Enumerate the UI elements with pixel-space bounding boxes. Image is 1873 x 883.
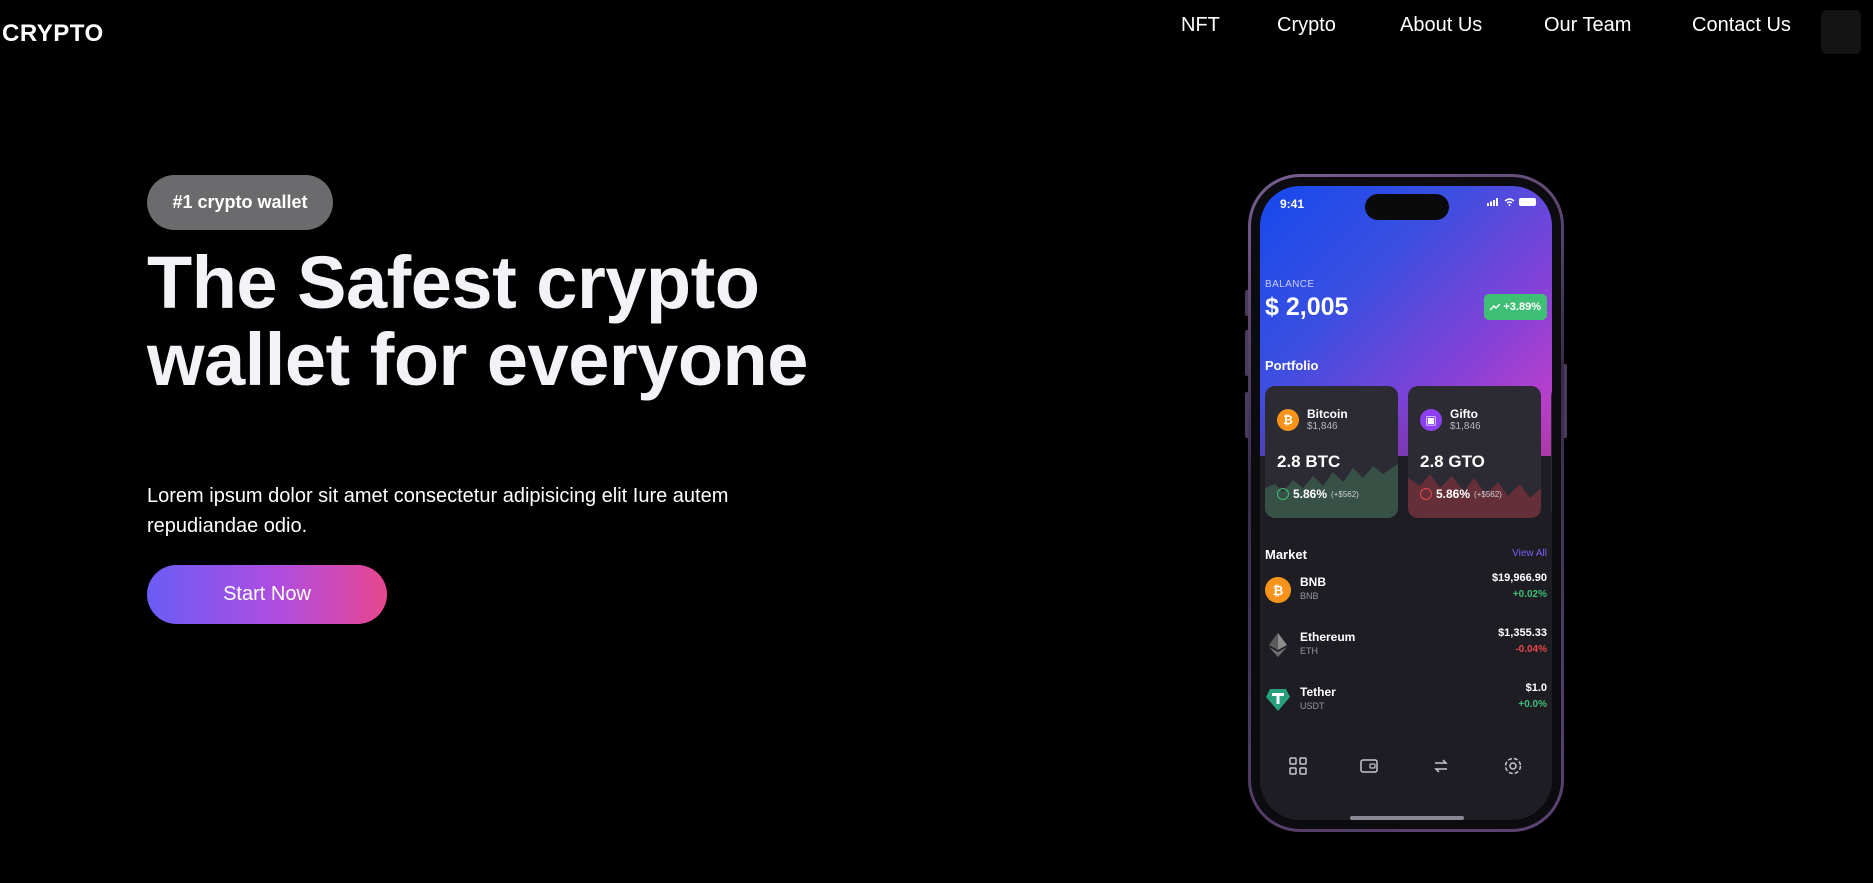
nav-link-our-team[interactable]: Our Team [1544, 14, 1631, 37]
signal-icon [1487, 198, 1498, 206]
balance-change-badge: +3.89% [1484, 294, 1547, 320]
market-row-ethereum[interactable]: Ethereum ETH $1,355.33 -0.04% [1265, 626, 1547, 666]
home-indicator [1350, 816, 1464, 820]
balance-value: $ 2,005 [1265, 293, 1349, 321]
ethereum-icon [1265, 632, 1291, 658]
portfolio-title: Portfolio [1265, 358, 1319, 373]
portfolio-card-partial[interactable] [1551, 386, 1552, 518]
grid-icon[interactable] [1288, 756, 1308, 776]
hero-badge: #1 crypto wallet [147, 175, 333, 230]
brand-logo[interactable]: CRYPTO [2, 20, 104, 48]
settings-icon[interactable] [1503, 756, 1523, 776]
market-coin-symbol: ETH [1300, 646, 1318, 656]
market-coin-price: $1.0 [1525, 682, 1547, 694]
balance-change-value: +3.89% [1503, 301, 1541, 313]
arrow-down-circle-icon [1420, 488, 1432, 500]
nav-link-crypto[interactable]: Crypto [1277, 14, 1336, 37]
bitcoin-icon: ₿ [1277, 409, 1299, 431]
market-coin-change: -0.04% [1515, 644, 1547, 655]
market-coin-change: +0.0% [1518, 699, 1547, 710]
phone-screen: 9:41 BALANCE $ 2,005 +3.89% Portfolio ₿ … [1260, 186, 1552, 820]
market-coin-change: +0.02% [1512, 589, 1547, 600]
wifi-icon [1504, 198, 1515, 206]
coin-change-detail: (+$562) [1331, 489, 1359, 499]
phone-mockup: 9:41 BALANCE $ 2,005 +3.89% Portfolio ₿ … [1248, 174, 1564, 832]
portfolio-card-bitcoin[interactable]: ₿ Bitcoin $1,846 2.8 BTC 5.86% (+$562) [1265, 386, 1398, 518]
view-all-link[interactable]: View All [1512, 548, 1547, 559]
market-coin-symbol: USDT [1300, 701, 1325, 711]
coin-price: $1,846 [1307, 421, 1338, 432]
portfolio-card-gifto[interactable]: ▣ Gifto $1,846 2.8 GTO 5.86% (+$562) [1408, 386, 1541, 518]
dynamic-island [1365, 194, 1449, 220]
bnb-icon: ₿ [1265, 577, 1291, 603]
start-now-button[interactable]: Start Now [147, 565, 387, 624]
menu-button[interactable] [1821, 10, 1861, 54]
market-coin-symbol: BNB [1300, 591, 1319, 601]
coin-name: Bitcoin [1307, 407, 1348, 421]
coin-price: $1,846 [1450, 421, 1481, 432]
market-coin-price: $19,966.90 [1491, 572, 1547, 584]
status-icons [1487, 198, 1536, 206]
market-row-bnb[interactable]: ₿ BNB BNB $19,966.90 +0.02% [1265, 571, 1547, 611]
market-title: Market [1265, 547, 1307, 562]
market-coin-price: $1,355.33 [1498, 627, 1547, 639]
swap-icon[interactable] [1431, 756, 1451, 776]
coin-change-detail: (+$562) [1474, 489, 1502, 499]
coin-name: Gifto [1450, 407, 1478, 421]
tether-icon [1265, 687, 1291, 713]
market-row-tether[interactable]: Tether USDT $1.0 +0.0% [1265, 681, 1547, 721]
balance-label: BALANCE [1265, 279, 1315, 290]
market-coin-name: Tether [1300, 685, 1336, 699]
status-time: 9:41 [1280, 197, 1305, 211]
coin-change-value: 5.86% [1293, 487, 1328, 501]
nav-link-about-us[interactable]: About Us [1400, 14, 1482, 37]
coin-change: 5.86% (+$562) [1277, 487, 1359, 501]
coin-change: 5.86% (+$562) [1420, 487, 1502, 501]
hero-headline: The Safest crypto wallet for everyone [147, 241, 808, 401]
battery-icon [1519, 198, 1536, 206]
hero-description: Lorem ipsum dolor sit amet consectetur a… [147, 485, 729, 537]
gift-icon: ▣ [1420, 409, 1442, 431]
trend-up-icon [1490, 303, 1501, 311]
market-coin-name: BNB [1300, 575, 1326, 589]
coin-amount: 2.8 BTC [1277, 452, 1341, 471]
coin-amount: 2.8 GTO [1420, 452, 1485, 471]
nav-link-contact-us[interactable]: Contact Us [1692, 14, 1791, 37]
arrow-up-circle-icon [1277, 488, 1289, 500]
wallet-icon[interactable] [1359, 756, 1379, 776]
market-coin-name: Ethereum [1300, 630, 1356, 644]
phone-tab-bar [1260, 756, 1552, 786]
nav-link-nft[interactable]: NFT [1181, 14, 1220, 37]
coin-change-value: 5.86% [1436, 487, 1471, 501]
